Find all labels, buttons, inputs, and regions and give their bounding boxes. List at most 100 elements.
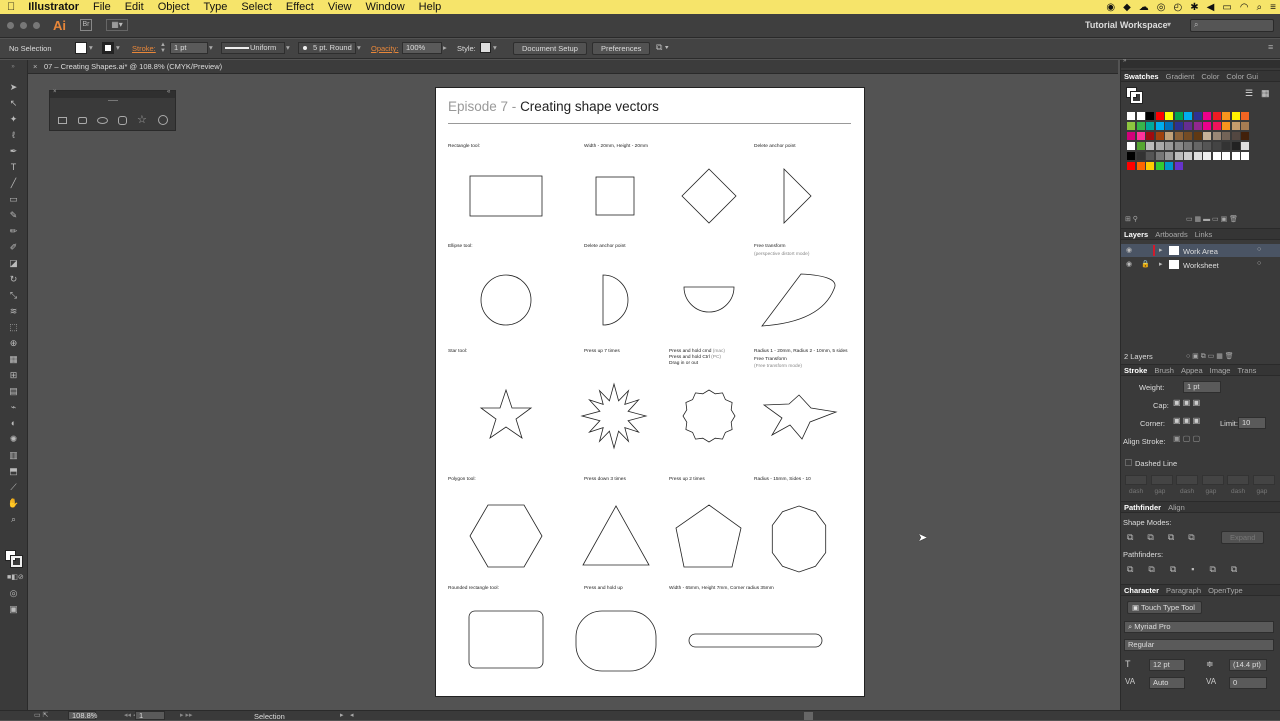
tab-gradient[interactable]: Gradient: [1166, 72, 1195, 81]
battery-icon[interactable]: ▭: [1222, 2, 1231, 13]
color-swatch[interactable]: [1155, 152, 1164, 160]
color-swatch[interactable]: [1212, 122, 1221, 130]
menu-type[interactable]: Type: [196, 0, 234, 14]
collapse-panel-icon[interactable]: «: [167, 89, 170, 95]
color-swatch[interactable]: [1203, 132, 1211, 140]
eye-icon[interactable]: ◉: [1126, 246, 1132, 254]
color-swatch[interactable]: [1174, 112, 1183, 120]
apple-icon[interactable]: : [0, 0, 22, 14]
arrange-icon[interactable]: ⧉ ▾: [656, 42, 669, 53]
color-swatch[interactable]: [1231, 152, 1240, 160]
opacity-label[interactable]: Opacity:: [371, 44, 399, 53]
tab-swatches[interactable]: Swatches: [1124, 72, 1159, 81]
tab-align[interactable]: Align: [1168, 503, 1185, 512]
target-icon[interactable]: ◎: [1157, 2, 1166, 13]
lasso-tool-icon[interactable]: ℓ: [7, 130, 20, 141]
eye-icon[interactable]: ◉: [1126, 260, 1132, 268]
color-swatch[interactable]: [1136, 132, 1145, 140]
chevron-right-icon[interactable]: ▸: [1159, 260, 1163, 268]
tab-stroke[interactable]: Stroke: [1124, 366, 1147, 375]
zoom-window-icon[interactable]: [33, 22, 40, 29]
color-swatch[interactable]: [1146, 142, 1154, 150]
star-tool-icon[interactable]: ☆: [137, 113, 147, 126]
color-swatch[interactable]: [1136, 122, 1145, 130]
chevron-down-icon[interactable]: ▾: [286, 43, 290, 52]
color-swatch[interactable]: [1193, 112, 1202, 120]
tab-image[interactable]: Image: [1210, 366, 1231, 375]
color-swatch[interactable]: [1127, 112, 1135, 120]
scroll-left-icon[interactable]: ◂: [350, 711, 354, 719]
color-swatch[interactable]: [1146, 162, 1154, 170]
panel-menu-icon[interactable]: ≡: [1268, 42, 1273, 52]
wifi-icon[interactable]: ◠: [1240, 2, 1249, 13]
color-swatch[interactable]: [1193, 152, 1202, 160]
perspective-grid-tool-icon[interactable]: ▦: [7, 354, 20, 365]
dash-field[interactable]: [1125, 475, 1147, 485]
font-size-field[interactable]: 12 pt: [1149, 659, 1185, 671]
minimize-window-icon[interactable]: [20, 22, 27, 29]
status-icons[interactable]: ▭ ⇱: [34, 711, 48, 719]
status-icon[interactable]: ◉: [1106, 2, 1115, 13]
paintbrush-tool-icon[interactable]: ✎: [7, 210, 20, 221]
preferences-button[interactable]: Preferences: [592, 42, 651, 55]
color-swatch[interactable]: [1184, 112, 1192, 120]
flare-tool-icon[interactable]: [158, 115, 168, 125]
color-swatch[interactable]: [1136, 162, 1145, 170]
tab-links[interactable]: Links: [1195, 230, 1213, 239]
chevron-down-icon[interactable]: ▾: [493, 43, 497, 52]
color-swatch[interactable]: [1155, 162, 1164, 170]
gap-field[interactable]: [1201, 475, 1224, 485]
hand-tool-icon[interactable]: ✋: [7, 498, 20, 509]
color-swatch[interactable]: [1184, 122, 1192, 130]
dashed-line-checkbox[interactable]: [1125, 459, 1132, 466]
stroke-swatch[interactable]: [1130, 91, 1143, 104]
selection-tool-icon[interactable]: ➤: [7, 82, 20, 93]
color-swatch[interactable]: [1146, 132, 1154, 140]
layer-name[interactable]: Work Area: [1183, 247, 1218, 256]
color-swatch[interactable]: [1165, 132, 1173, 140]
gap-field[interactable]: [1252, 475, 1275, 485]
notifications-icon[interactable]: ≡: [1270, 2, 1276, 13]
fill-swatch[interactable]: [75, 42, 87, 54]
layer-row[interactable]: ◉ 🔒 ▸ Worksheet ○: [1121, 258, 1280, 271]
color-swatch[interactable]: [1241, 112, 1249, 120]
color-swatch[interactable]: [1165, 112, 1173, 120]
volume-icon[interactable]: ◀: [1207, 2, 1215, 13]
color-swatch[interactable]: [1155, 112, 1164, 120]
color-swatch[interactable]: [1203, 152, 1211, 160]
color-swatch[interactable]: [1241, 162, 1249, 170]
color-swatch[interactable]: [1165, 152, 1173, 160]
line-tool-icon[interactable]: ╱: [7, 178, 20, 189]
menu-app[interactable]: Illustrator: [22, 0, 86, 14]
color-swatch[interactable]: [1203, 122, 1211, 130]
expand-button[interactable]: Expand: [1221, 531, 1265, 544]
color-swatch[interactable]: [1193, 142, 1202, 150]
rounded-rectangle-tool-icon[interactable]: [78, 117, 87, 124]
drawing-modes-icon[interactable]: ◎: [7, 588, 20, 599]
color-swatch[interactable]: [1136, 112, 1145, 120]
cloud-icon[interactable]: ☁: [1139, 2, 1149, 13]
chevron-down-icon[interactable]: ▾: [116, 43, 120, 52]
close-tab-icon[interactable]: ×: [33, 62, 37, 71]
shape-mode-buttons[interactable]: ⧉⧉⧉⧉: [1127, 532, 1209, 543]
menu-select[interactable]: Select: [234, 0, 279, 14]
color-swatch[interactable]: [1212, 162, 1221, 170]
magic-wand-tool-icon[interactable]: ✦: [7, 114, 20, 125]
artboard-tool-icon[interactable]: ⬒: [7, 466, 20, 477]
menu-file[interactable]: File: [86, 0, 118, 14]
color-swatch[interactable]: [1222, 162, 1230, 170]
align-stroke-buttons[interactable]: ▣ ▢ ▢: [1173, 434, 1200, 443]
color-swatch[interactable]: [1174, 162, 1183, 170]
color-swatch[interactable]: [1222, 142, 1230, 150]
document-setup-button[interactable]: Document Setup: [513, 42, 587, 55]
color-swatch[interactable]: [1231, 132, 1240, 140]
zoom-field[interactable]: 108.8%: [68, 711, 97, 720]
chevron-right-icon[interactable]: ▸: [443, 43, 447, 52]
color-swatch[interactable]: [1155, 132, 1164, 140]
color-swatch[interactable]: [1184, 162, 1192, 170]
color-swatch[interactable]: [1193, 162, 1202, 170]
color-swatch[interactable]: [1241, 132, 1249, 140]
tab-layers[interactable]: Layers: [1124, 230, 1148, 239]
color-swatch[interactable]: [1203, 112, 1211, 120]
spotlight-icon[interactable]: ⌕: [1257, 2, 1263, 13]
